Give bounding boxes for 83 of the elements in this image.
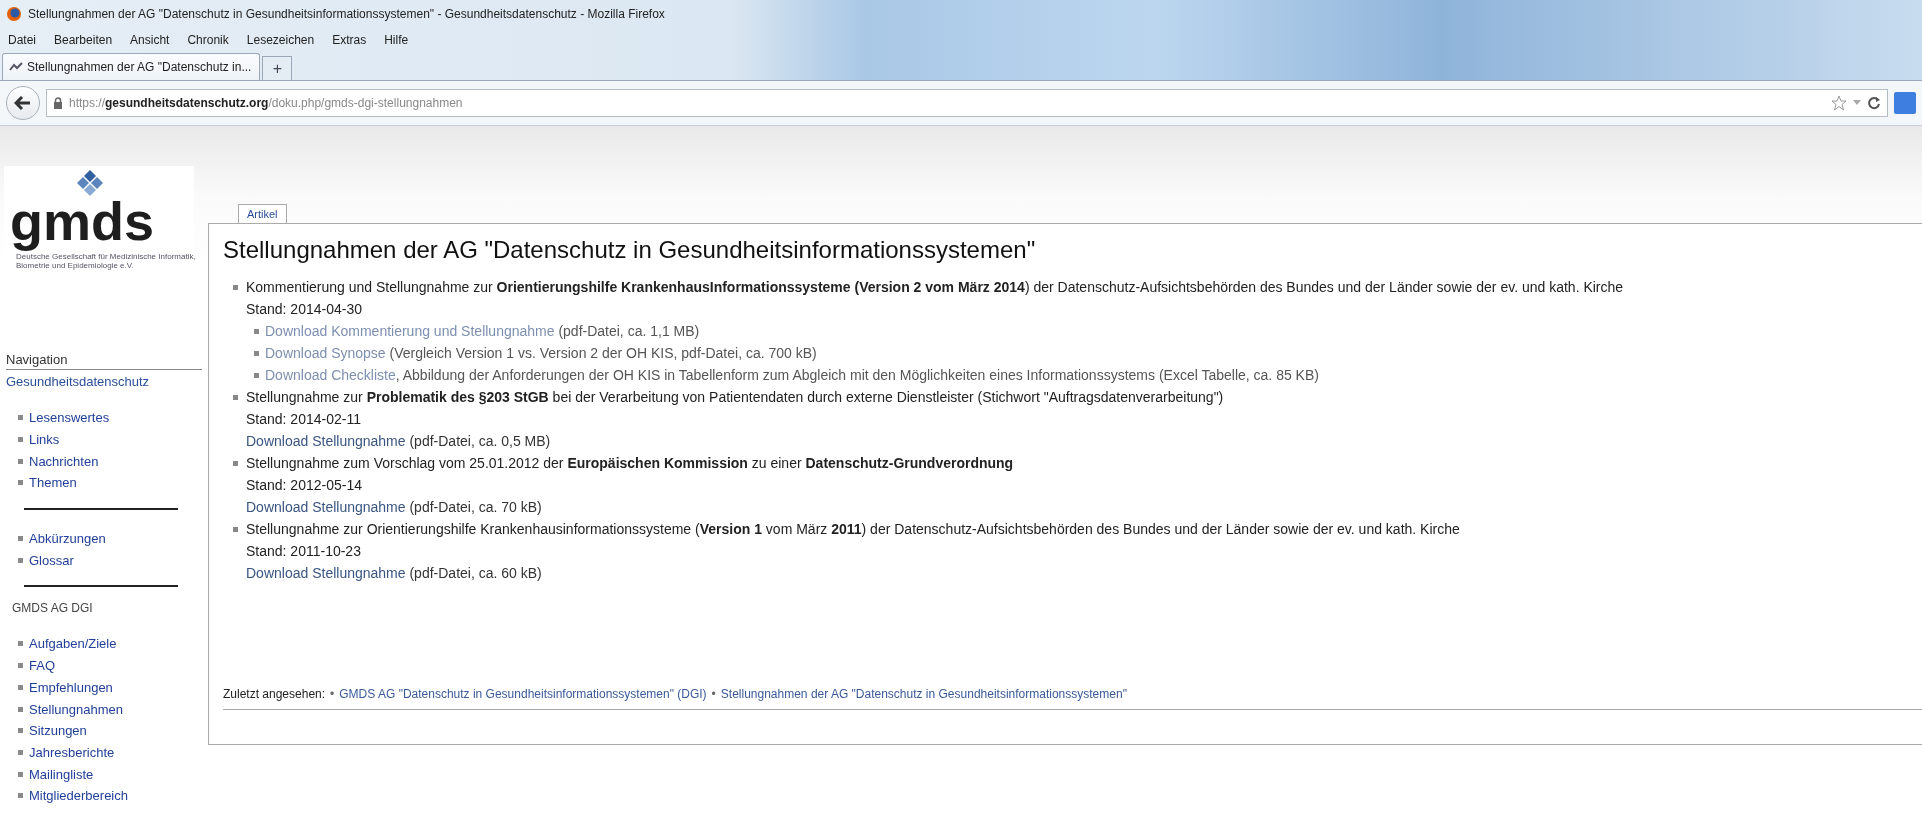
bullet-icon [18,793,23,799]
bullet-icon [18,437,23,443]
bullet-icon [18,771,23,777]
bullet-icon [18,458,23,464]
new-tab-button[interactable]: + [262,56,293,80]
back-button[interactable] [6,86,40,120]
sidebar-link[interactable]: FAQ [29,658,55,674]
bullet-icon [18,536,23,542]
separator-dot: • [330,687,335,701]
menu-item[interactable]: Hilfe [382,33,411,47]
sidebar-link[interactable]: Lesenswertes [29,410,110,426]
download-link[interactable]: Download Stellungnahme [246,565,406,581]
download-text: Download Synopse (Vergleich Version 1 vs. Version 2 der OH KIS, pdf-Datei, ca. 700 kB) [265,344,817,363]
back-arrow-icon [14,95,32,111]
entry-text: Stellungnahme zur Orientierungshilfe Krankenhausinformationssysteme (Version 1 vom März 2011) der Datenschutz-Aufsichtsbehörden des Bundes und der Länder sowie der ev. und kath. Kirche [246,520,1460,539]
bullet-icon [233,527,238,532]
menu-item[interactable]: Chronik [185,33,231,47]
caret-icon[interactable] [1853,100,1861,106]
window-title: Stellungnahmen der AG "Datenschutz in Gesundheitsinformationssystemen" - Gesundheitsdatenschutz - Mozilla Firefox [28,7,665,21]
page-title: Stellungnahmen der AG "Datenschutz in Gesundheitsinformationssystemen" [223,236,1037,264]
menu-item[interactable]: Extras [330,33,369,47]
bullet-icon [18,684,23,690]
breadcrumb-label: Zuletzt angesehen: [223,687,326,701]
bullet-icon [233,395,238,400]
sidebar-link[interactable]: Sitzungen [29,723,87,739]
bullet-icon [18,415,23,421]
sidebar-link[interactable]: Glossar [29,552,74,568]
url-field[interactable]: https://gesundheitsdatenschutz.org/doku.php/gmds-dgi-stellungnahmen [46,89,1888,117]
sidebar-link[interactable]: Gesundheitsdatenschutz [6,374,208,389]
bullet-icon [18,749,23,755]
sidebar-link[interactable]: Nachrichten [29,453,99,469]
navigation-heading: Navigation [6,352,202,370]
bullet-icon [18,557,23,563]
sidebar-heading: GMDS AG DGI [12,601,94,616]
download-text: Download Stellungnahme (pdf-Datei, ca. 60 kB) [246,564,543,583]
download-text: Download Checkliste, Abbildung der Anforderungen der OH KIS in Tabellenform zum Abgleich mit den Möglichkeiten eines Informationssystems (Excel Tabelle, ca. 85 KB) [265,366,1319,385]
sidebar-link[interactable]: Abkürzungen [29,531,106,547]
browser-logo-icon [6,6,22,22]
entry-text: Stellungnahme zum Vorschlag vom 25.01.2012 der Europäischen Kommission zu einer Datenschutz-Grundverordnung [246,454,1014,473]
browser-tab[interactable]: Stellungnahmen der AG "Datenschutz in... [2,53,261,80]
download-text: Download Stellungnahme (pdf-Datei, ca. 70 kB) [246,498,543,517]
star-icon[interactable] [1831,95,1847,111]
entry-date: Stand: 2011-10-23 [246,542,362,561]
reload-icon[interactable] [1867,96,1881,110]
download-text: Download Stellungnahme (pdf-Datei, ca. 0,5 MB) [246,432,552,451]
download-link[interactable]: Download Stellungnahme [246,499,406,515]
menu-item[interactable]: Lesezeichen [244,33,317,47]
bullet-icon [254,329,259,334]
bullet-icon [18,641,23,647]
sidebar-link[interactable]: Jahresberichte [29,744,115,760]
menu-item[interactable]: Datei [6,33,38,47]
sidebar-link[interactable]: Stellungnahmen [29,701,123,717]
download-text: Download Kommentierung und Stellungnahme (pdf-Datei, ca. 1,1 MB) [265,322,700,341]
menu-item[interactable]: Ansicht [128,33,172,47]
diamond-logo-icon [76,170,104,196]
download-link[interactable]: Download Stellungnahme [246,433,406,449]
entry-date: Stand: 2014-02-11 [246,410,362,429]
breadcrumb-link[interactable]: GMDS AG "Datenschutz in Gesundheitsinformationssystemen" (DGI) [339,687,707,701]
logo-tagline: Deutsche Gesellschaft für Medizinische Informatik, Biometrie und Epidemiologie e.V. [16,252,196,270]
lock-icon [53,97,63,109]
sidebar-link[interactable]: Links [29,432,60,448]
menu-item[interactable]: Bearbeiten [52,33,115,47]
sidebar-link[interactable]: Themen [29,475,77,491]
entry-text: Stellungnahme zur Problematik des §203 StGB bei der Verarbeitung von Patientendaten durch externe Dienstleister (Stichwort "Auftragsdatenverarbeitung") [246,388,1224,407]
sidebar-link[interactable]: Mitgliederbereich [29,788,128,804]
article-tab[interactable]: Artikel [238,204,287,223]
bullet-icon [18,706,23,712]
bullet-icon [18,728,23,734]
entry-date: Stand: 2014-04-30 [246,300,363,319]
bullet-icon [254,373,259,378]
sidebar-link[interactable]: Empfehlungen [29,679,113,695]
bullet-icon [18,480,23,486]
sidebar-link[interactable]: Aufgaben/Ziele [29,636,117,652]
entry-date: Stand: 2012-05-14 [246,476,363,495]
bullet-icon [254,351,259,356]
entry-text: Kommentierung und Stellungnahme zur Orientierungshilfe KrankenhausInformationssysteme (Version 2 vom März 2014) der Datenschutz-Aufsichtsbehörden des Bundes und der Länder sowie der ev. und kath. Kirche [246,278,1624,297]
bullet-icon [233,461,238,466]
bullet-icon [233,285,238,290]
separator-dot: • [711,687,716,701]
bullet-icon [18,663,23,669]
sidebar-link[interactable]: Mailingliste [29,766,94,782]
logo-text: gmds [10,190,155,252]
breadcrumb-link[interactable]: Stellungnahmen der AG "Datenschutz in Gesundheitsinformationssystemen" [720,687,1127,701]
